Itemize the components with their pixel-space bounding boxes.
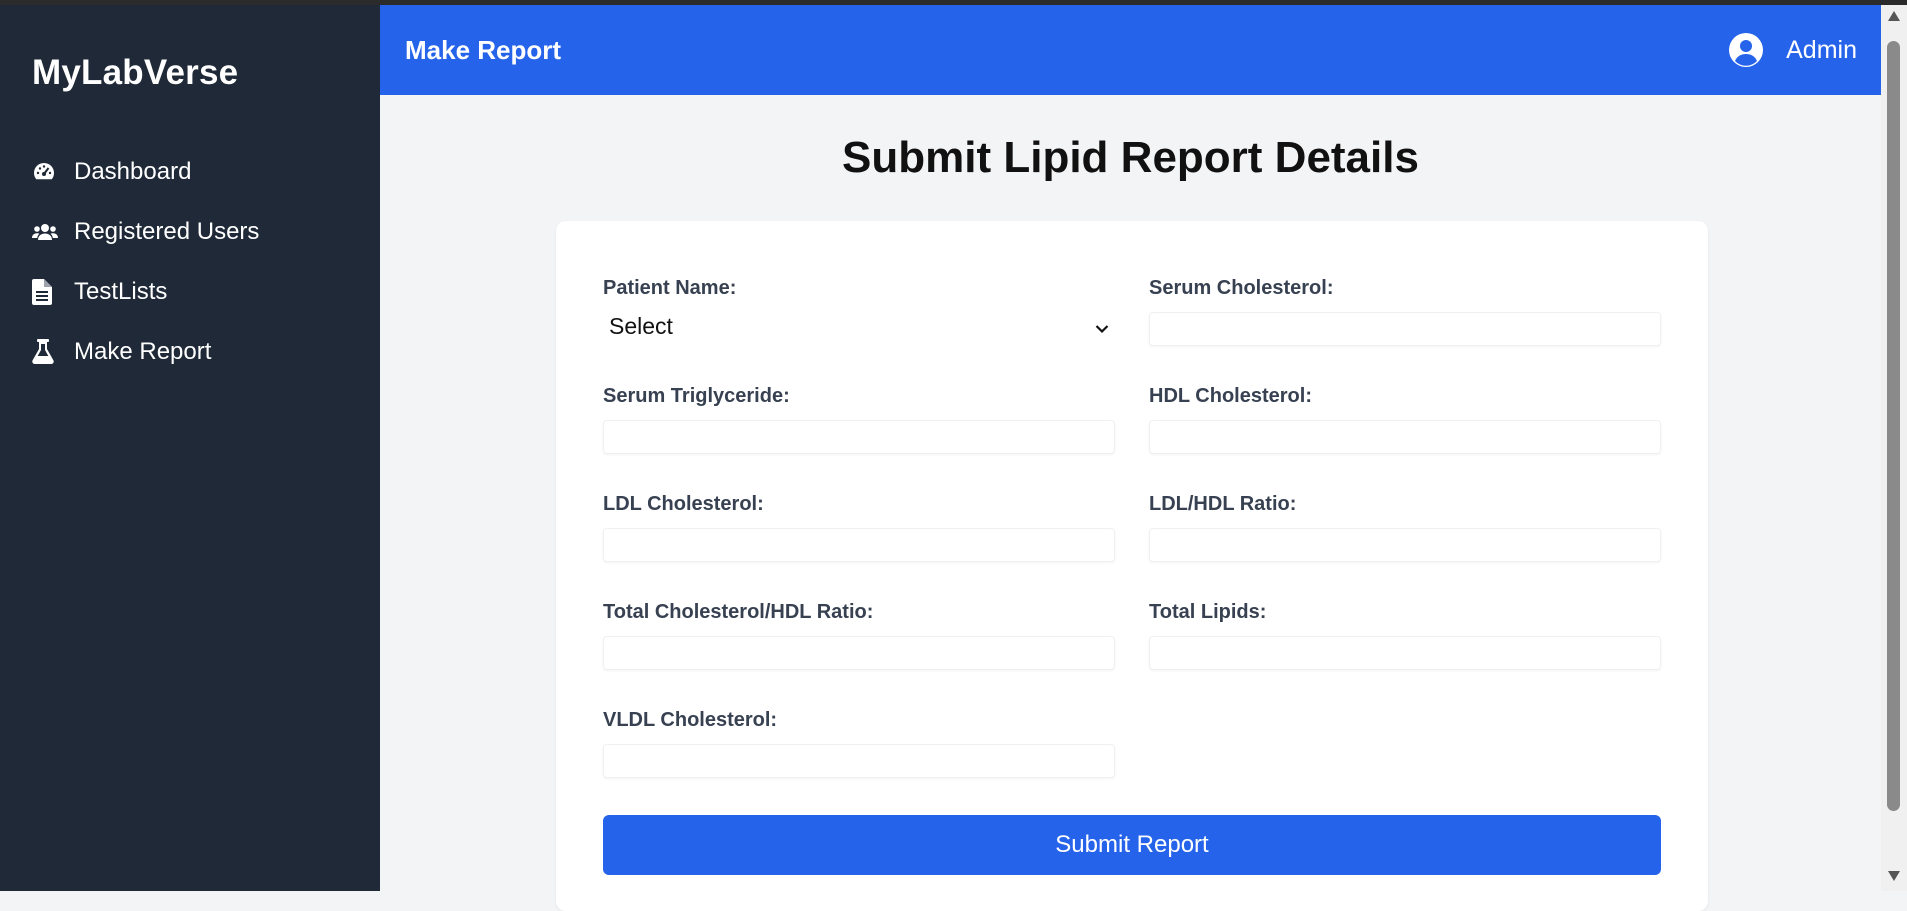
hdl-cholesterol-label: HDL Cholesterol:: [1149, 385, 1312, 407]
serum-cholesterol-input[interactable]: [1149, 312, 1661, 346]
total-lipids-group: Total Lipids:: [1149, 601, 1661, 670]
ldl-cholesterol-group: LDL Cholesterol:: [603, 493, 1115, 562]
user-menu[interactable]: Admin: [1728, 32, 1857, 68]
user-name: Admin: [1786, 35, 1857, 64]
sidebar-item-make-report[interactable]: Make Report: [32, 322, 259, 382]
ldl-cholesterol-input[interactable]: [603, 528, 1115, 562]
submit-report-button[interactable]: Submit Report: [603, 815, 1661, 875]
vldl-cholesterol-group: VLDL Cholesterol:: [603, 709, 1115, 778]
patient-name-select[interactable]: Select: [603, 309, 1115, 343]
serum-triglyceride-label: Serum Triglyceride:: [603, 385, 790, 407]
scroll-down-arrow-icon[interactable]: [1887, 869, 1901, 887]
ldl-cholesterol-label: LDL Cholesterol:: [603, 493, 764, 515]
serum-cholesterol-label: Serum Cholesterol:: [1149, 277, 1334, 299]
sidebar-item-testlists[interactable]: TestLists: [32, 262, 259, 322]
ldl-hdl-ratio-label: LDL/HDL Ratio:: [1149, 493, 1297, 515]
ldl-hdl-ratio-group: LDL/HDL Ratio:: [1149, 493, 1661, 562]
user-circle-icon: [1728, 32, 1764, 68]
vertical-scrollbar[interactable]: [1881, 5, 1907, 891]
lipid-report-form: Patient Name: Select Serum Cholesterol: …: [556, 221, 1708, 911]
serum-triglyceride-input[interactable]: [603, 420, 1115, 454]
sidebar-item-label: TestLists: [74, 278, 168, 305]
patient-name-label: Patient Name:: [603, 277, 737, 299]
scroll-up-arrow-icon[interactable]: [1887, 9, 1901, 27]
vldl-cholesterol-label: VLDL Cholesterol:: [603, 709, 778, 731]
users-icon: [32, 221, 74, 243]
main-content: Submit Lipid Report Details Patient Name…: [380, 95, 1881, 911]
total-lipids-label: Total Lipids:: [1149, 601, 1267, 623]
sidebar-item-dashboard[interactable]: Dashboard: [32, 142, 259, 202]
top-header: Make Report Admin: [380, 5, 1881, 95]
total-chol-hdl-ratio-label: Total Cholesterol/HDL Ratio:: [603, 601, 874, 623]
gauge-icon: [32, 160, 74, 184]
sidebar-nav: Dashboard Registered Users TestLists Mak…: [32, 142, 259, 382]
vldl-cholesterol-input[interactable]: [603, 744, 1115, 778]
sidebar-item-label: Registered Users: [74, 218, 260, 245]
chevron-down-icon: [1095, 313, 1109, 340]
sidebar-item-registered-users[interactable]: Registered Users: [32, 202, 259, 262]
patient-name-group: Patient Name: Select: [603, 277, 1115, 343]
sidebar-item-label: Make Report: [74, 338, 212, 365]
total-lipids-input[interactable]: [1149, 636, 1661, 670]
hdl-cholesterol-input[interactable]: [1149, 420, 1661, 454]
ldl-hdl-ratio-input[interactable]: [1149, 528, 1661, 562]
serum-cholesterol-group: Serum Cholesterol:: [1149, 277, 1661, 346]
file-icon: [32, 279, 74, 305]
page-title: Submit Lipid Report Details: [842, 133, 1419, 182]
total-chol-hdl-ratio-group: Total Cholesterol/HDL Ratio:: [603, 601, 1115, 670]
sidebar-item-label: Dashboard: [74, 158, 192, 185]
brand-logo: MyLabVerse: [32, 53, 239, 92]
patient-name-selected-value: Select: [609, 312, 673, 339]
hdl-cholesterol-group: HDL Cholesterol:: [1149, 385, 1661, 454]
serum-triglyceride-group: Serum Triglyceride:: [603, 385, 1115, 454]
flask-icon: [32, 339, 74, 365]
scrollbar-thumb[interactable]: [1887, 41, 1900, 811]
total-chol-hdl-ratio-input[interactable]: [603, 636, 1115, 670]
sidebar: MyLabVerse Dashboard Registered Users Te…: [0, 5, 380, 891]
header-title: Make Report: [405, 35, 562, 65]
